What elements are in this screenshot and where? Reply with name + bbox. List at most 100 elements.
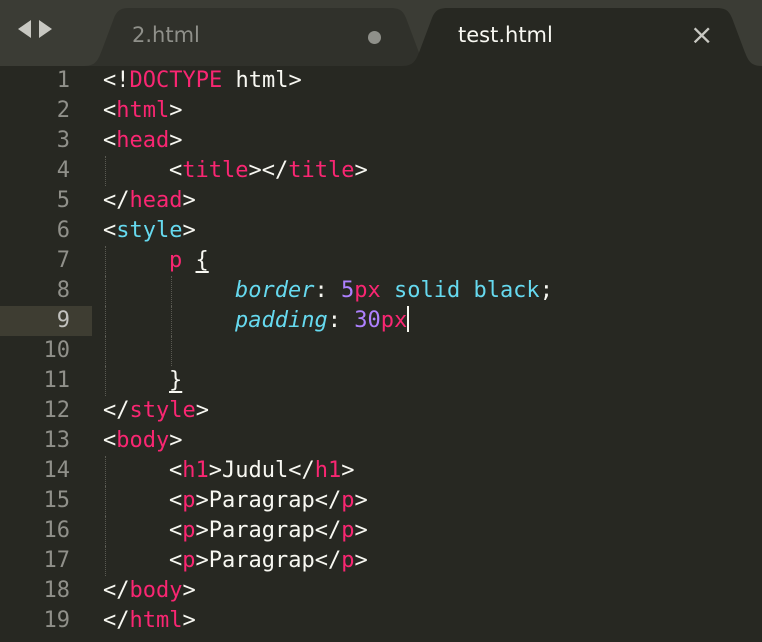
code-line[interactable]: 16 <p>Paragrap</p> (0, 516, 762, 546)
code-token: ></ (248, 158, 289, 183)
code-token: solid black (380, 278, 540, 303)
code-token: > (169, 428, 183, 453)
code-token: 30 (354, 308, 381, 333)
code-token: html (116, 98, 170, 123)
tab-2-html[interactable]: 2.html (84, 8, 436, 66)
line-number: 16 (43, 518, 71, 543)
code-line[interactable]: 7 p { (0, 246, 762, 276)
code-token: < (169, 548, 183, 573)
code-line[interactable]: 18 </body> (0, 576, 762, 606)
code-token: > (182, 188, 196, 213)
code-line[interactable]: 5 </head> (0, 186, 762, 216)
code-token: p (341, 548, 355, 573)
code-token: < (169, 458, 183, 483)
code-text: <html> (103, 96, 182, 126)
indent-guide (105, 156, 106, 186)
code-line[interactable]: 2 <html> (0, 96, 762, 126)
code-token: style (129, 398, 196, 423)
code-line[interactable]: 1 <!DOCTYPE html> (0, 66, 762, 96)
code-line[interactable]: 15 <p>Paragrap</p> (0, 486, 762, 516)
code-token: style (116, 218, 183, 243)
code-line[interactable]: 17 <p>Paragrap</p> (0, 546, 762, 576)
code-line[interactable]: 8 border: 5px solid black; (0, 276, 762, 306)
code-token: p (182, 518, 196, 543)
code-text: </body> (103, 576, 196, 606)
code-token: head (129, 188, 183, 213)
code-token: body (116, 428, 170, 453)
code-line[interactable]: 12 </style> (0, 396, 762, 426)
code-token: 5 (340, 278, 355, 303)
code-token: < (103, 128, 117, 153)
indent-guide (105, 546, 106, 576)
code-token: : (314, 278, 341, 303)
code-token: title (182, 158, 249, 183)
code-token: > (182, 578, 196, 603)
back-arrow-icon[interactable] (18, 20, 31, 38)
code-token: < (103, 218, 117, 243)
code-text: <p>Paragrap</p> (169, 516, 368, 546)
code-token: > (182, 608, 196, 633)
line-number: 5 (56, 188, 70, 213)
code-token: border (235, 278, 315, 303)
code-line[interactable]: 13 <body> (0, 426, 762, 456)
code-line[interactable]: 6 <style> (0, 216, 762, 246)
indent-guide (105, 366, 106, 396)
close-icon[interactable]: × (690, 21, 713, 49)
code-text: } (169, 366, 182, 396)
line-number: 17 (43, 548, 71, 573)
editor-window: 2.html test.html × 1 <!DOCTYPE html> 2 <htm… (0, 0, 762, 642)
code-token: < (169, 158, 183, 183)
code-text: border: 5px solid black; (235, 276, 553, 306)
code-token: >Paragrap</ (195, 518, 342, 543)
code-text: p { (169, 246, 209, 276)
tab-label: 2.html (132, 23, 200, 47)
code-token: <! (103, 68, 130, 93)
line-number: 8 (56, 278, 70, 303)
tab-test-html[interactable]: test.html × (402, 8, 762, 66)
code-text: </html> (103, 606, 196, 636)
forward-arrow-icon[interactable] (39, 20, 52, 38)
line-number: 14 (43, 458, 71, 483)
line-number: 2 (56, 98, 70, 123)
code-token: > (182, 218, 196, 243)
code-line[interactable]: 9 padding: 30px (0, 306, 762, 336)
line-number: 9 (56, 308, 70, 333)
code-token: head (116, 128, 170, 153)
code-line[interactable]: 4 <title></title> (0, 156, 762, 186)
line-number: 1 (56, 68, 70, 93)
code-token: > (169, 128, 183, 153)
code-line[interactable]: 10 (0, 336, 762, 366)
indent-guide (105, 516, 106, 546)
indent-guide (105, 306, 106, 336)
code-token: < (169, 488, 183, 513)
code-token: h1 (182, 458, 209, 483)
code-token: ; (539, 278, 553, 303)
code-text: padding: 30px (235, 306, 410, 336)
code-token: html (129, 608, 183, 633)
line-number: 11 (43, 368, 71, 393)
code-token: < (169, 518, 183, 543)
line-number: 19 (43, 608, 71, 633)
code-line[interactable]: 19 </html> (0, 606, 762, 636)
code-text: </head> (103, 186, 196, 216)
code-line[interactable]: 11} (0, 366, 762, 396)
code-token: > (354, 548, 368, 573)
code-token: > (354, 488, 368, 513)
line-number: 10 (43, 338, 71, 363)
line-number: 6 (56, 218, 70, 243)
code-token: p (182, 548, 196, 573)
line-number: 4 (56, 158, 70, 183)
code-token: { (195, 248, 209, 273)
code-token: > (354, 158, 368, 183)
code-editor[interactable]: 1 <!DOCTYPE html> 2 <html> 3 <head> 4 <title></… (0, 66, 762, 642)
code-token: html> (222, 68, 302, 93)
code-line[interactable]: 14 <h1>Judul</h1> (0, 456, 762, 486)
unsaved-dot-icon[interactable] (368, 31, 381, 44)
code-line[interactable]: 3 <head> (0, 126, 762, 156)
tab-label: test.html (458, 23, 553, 47)
code-token: > (341, 458, 355, 483)
code-token: } (169, 368, 183, 393)
line-number: 13 (43, 428, 71, 453)
code-token: p (169, 248, 183, 273)
